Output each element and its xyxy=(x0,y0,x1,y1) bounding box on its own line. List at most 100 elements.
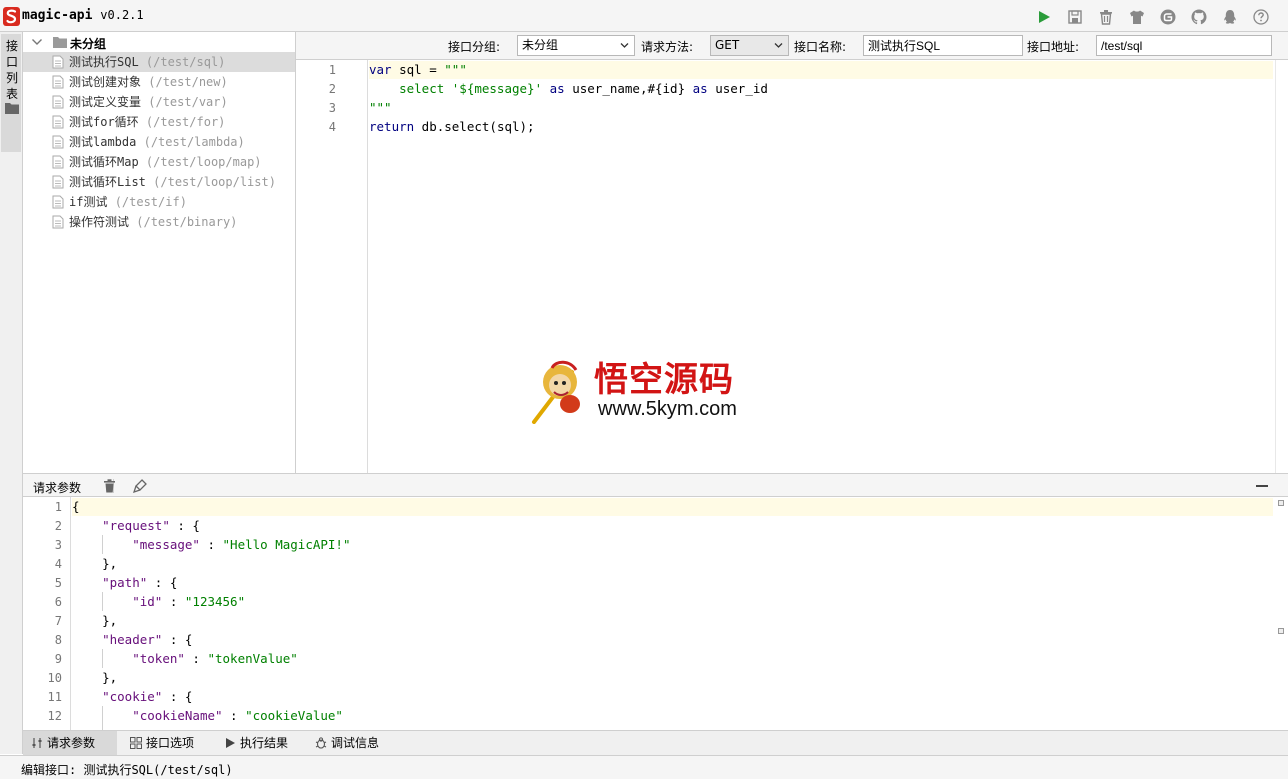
gitee-icon xyxy=(1160,9,1175,24)
app-header: magic-api v0.2.1 xyxy=(0,0,1288,32)
tree-item-path: (/test/binary) xyxy=(136,215,238,229)
tree-group-ungrouped[interactable]: 未分组 xyxy=(23,32,295,52)
file-icon xyxy=(52,155,64,169)
github-icon xyxy=(1191,9,1206,24)
group-label: 接口分组: xyxy=(448,40,501,54)
file-icon xyxy=(52,135,64,149)
api-path-input[interactable] xyxy=(1096,35,1272,56)
file-icon xyxy=(52,55,64,69)
line-number-gutter: 1 2 3 4 xyxy=(296,60,368,473)
name-label: 接口名称: xyxy=(794,40,847,54)
format-brush-icon[interactable] xyxy=(133,479,147,493)
tab-request-params[interactable]: 请求参数 xyxy=(23,731,117,756)
chevron-down-icon xyxy=(620,43,629,48)
line-number: 4 xyxy=(54,557,62,571)
tree-item[interactable]: 测试for循环 (/test/for) xyxy=(23,112,295,132)
tree-item[interactable]: 测试定义变量 (/test/var) xyxy=(23,92,295,112)
editor-scrollbar[interactable] xyxy=(1275,60,1288,473)
request-params-editor[interactable]: 1 2 3 4 5 6 7 8 9 10 11 12 { "request" :… xyxy=(23,497,1288,730)
group-select[interactable]: 未分组 xyxy=(517,35,635,56)
group-select-value: 未分组 xyxy=(522,38,559,52)
line-number: 4 xyxy=(328,120,336,134)
tree-item-name: 测试for循环 (/test/for) xyxy=(69,115,226,129)
code-line: select '${message}' as user_name,#{id} a… xyxy=(369,81,768,96)
folder-icon xyxy=(5,103,19,114)
line-number: 11 xyxy=(47,690,62,704)
api-list-tab-char: 列 xyxy=(5,71,18,85)
file-icon xyxy=(52,195,64,209)
api-name-input[interactable] xyxy=(863,35,1023,56)
code-line: "cookieName" : "cookieValue" xyxy=(132,708,343,723)
tree-item[interactable]: if测试 (/test/if) xyxy=(23,192,295,212)
tree-item-name: 测试循环List (/test/loop/list) xyxy=(69,175,276,189)
help-icon xyxy=(1252,8,1269,25)
code-line: }, xyxy=(102,670,118,685)
gitee-button[interactable] xyxy=(1159,8,1176,25)
tree-item-name: 测试定义变量 (/test/var) xyxy=(69,95,228,109)
code-line: "token" : "tokenValue" xyxy=(132,651,298,666)
tree-item[interactable]: 测试创建对象 (/test/new) xyxy=(23,72,295,92)
code-line: "header" : { xyxy=(102,632,193,647)
line-number: 5 xyxy=(54,576,62,590)
tree-item[interactable]: 测试lambda (/test/lambda) xyxy=(23,132,295,152)
tree-item-path: (/test/for) xyxy=(145,115,226,129)
file-icon xyxy=(52,115,64,129)
line-number: 3 xyxy=(54,538,62,552)
code-line: "path" : { xyxy=(102,575,178,590)
delete-button[interactable] xyxy=(1097,8,1114,25)
bottom-panel-title: 请求参数 xyxy=(33,481,82,495)
api-tree: 未分组 测试执行SQL (/test/sql) 测试创建对象 (/test/ne… xyxy=(23,32,296,473)
line-number: 1 xyxy=(328,63,336,77)
line-number-gutter: 1 2 3 4 5 6 7 8 9 10 11 12 xyxy=(23,497,71,730)
skin-button[interactable] xyxy=(1128,8,1145,25)
tab-api-options[interactable]: 接口选项 xyxy=(122,731,212,756)
api-list-tab[interactable]: 接 口 列 表 xyxy=(1,34,21,152)
file-icon xyxy=(52,215,64,229)
code-line: "request" : { xyxy=(102,518,200,533)
save-button[interactable] xyxy=(1066,8,1083,25)
chevron-down-icon xyxy=(774,43,783,48)
tree-item[interactable]: 操作符测试 (/test/binary) xyxy=(23,212,295,232)
status-text: 编辑接口: 测试执行SQL(/test/sql) xyxy=(21,763,233,777)
method-label: 请求方法: xyxy=(641,40,694,54)
tab-execution-result[interactable]: 执行结果 xyxy=(216,731,304,756)
left-tab-bar: 接 口 列 表 xyxy=(0,32,23,754)
github-button[interactable] xyxy=(1190,8,1207,25)
watermark-title: 悟空源码 xyxy=(594,360,734,400)
tree-item[interactable]: 测试执行SQL (/test/sql) xyxy=(23,52,295,72)
minimize-icon[interactable] xyxy=(1256,484,1268,488)
run-button[interactable] xyxy=(1035,8,1052,25)
monkey-king-icon xyxy=(532,360,580,424)
tree-item-path: (/test/lambda) xyxy=(143,135,245,149)
bottom-panel-header: 请求参数 xyxy=(23,473,1288,497)
tree-item[interactable]: 测试循环Map (/test/loop/map) xyxy=(23,152,295,172)
line-number: 9 xyxy=(54,652,62,666)
chevron-down-icon[interactable] xyxy=(31,36,43,48)
active-line-highlight xyxy=(72,498,1273,516)
file-icon xyxy=(52,95,64,109)
file-icon xyxy=(52,75,64,89)
watermark: 悟空源码 www.5kym.com xyxy=(530,352,762,428)
app-version: v0.2.1 xyxy=(100,8,144,22)
tree-item-name: if测试 (/test/if) xyxy=(69,195,187,209)
logo-icon xyxy=(3,7,20,26)
tab-label: 执行结果 xyxy=(240,736,289,750)
help-button[interactable] xyxy=(1252,8,1269,25)
delete-icon[interactable] xyxy=(103,479,116,493)
line-number: 1 xyxy=(54,500,62,514)
tree-item[interactable]: 测试循环List (/test/loop/list) xyxy=(23,172,295,192)
code-line: { xyxy=(72,499,80,514)
line-number: 3 xyxy=(328,101,336,115)
editor-scrollbar[interactable] xyxy=(1275,497,1288,730)
qq-button[interactable] xyxy=(1221,8,1238,25)
tree-item-name: 操作符测试 (/test/binary) xyxy=(69,215,238,229)
line-number: 10 xyxy=(47,671,62,685)
script-editor[interactable]: 1 2 3 4 var sql = """ select '${message}… xyxy=(296,60,1288,473)
tab-debug-info[interactable]: 调试信息 xyxy=(307,731,397,756)
method-select[interactable]: GET xyxy=(710,35,789,56)
line-number: 8 xyxy=(54,633,62,647)
tree-item-name: 测试循环Map (/test/loop/map) xyxy=(69,155,262,169)
tree-item-name: 测试lambda (/test/lambda) xyxy=(69,135,245,149)
qq-icon xyxy=(1223,9,1236,24)
bottom-tab-bar: 请求参数 接口选项 执行结果 调试信息 xyxy=(23,730,1288,756)
